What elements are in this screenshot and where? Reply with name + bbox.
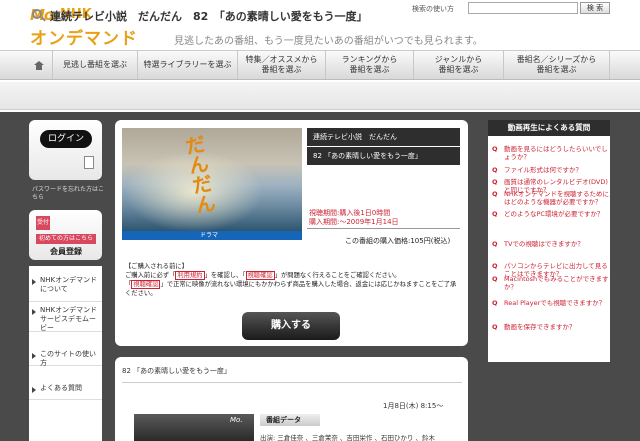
tagline: 見逃したあの番組、もう一度見たいあの番組がいつでも見られます。 <box>174 36 483 47</box>
terms-link[interactable]: 利用規約 <box>175 271 205 280</box>
faq-item-text: 動画を保存できますか？ <box>504 323 576 331</box>
price: この番組の購入価格:105円(税込) <box>345 237 451 245</box>
nav-home[interactable] <box>26 51 52 79</box>
purchase-period: 購入期間:～2009年1月14日 <box>309 218 399 226</box>
sidebar-item-howto[interactable]: このサイトの使い方 <box>29 350 102 367</box>
arrow-right-icon <box>32 309 36 315</box>
faq-q-marker: Q <box>492 323 498 331</box>
arrow-right-icon <box>32 353 36 359</box>
document-icon <box>84 156 94 169</box>
nav-item-genre[interactable]: ジャンルから 番組を選ぶ <box>413 51 503 79</box>
faq-q-marker: Q <box>492 299 498 307</box>
faq-q-marker: Q <box>492 210 498 218</box>
faq-item-text: どのようなPC環境が必要ですか？ <box>504 210 604 218</box>
faq-item-text: Real Playerでも視聴できますか？ <box>504 299 606 307</box>
reception-icon: 受付 <box>36 216 50 230</box>
episode-panel-title: 82 「あの素晴しい愛をもう一度」 <box>122 366 462 383</box>
faq-item[interactable]: Q NHKオンデマンドを視聴するためにはどのような機器が必要ですか？ <box>492 190 610 206</box>
faq-item-text: NHKオンデマンドを視聴するためにはどのような機器が必要ですか？ <box>504 190 610 206</box>
series-title: 連続テレビ小説 だんだん <box>307 128 460 146</box>
sidebar-list: NHKオンデマンドについて NHKオンデマンドサービスデモムービー このサイトの… <box>29 266 102 441</box>
env-check-link[interactable]: 視聴確認 <box>245 271 275 280</box>
faq-item[interactable]: Q どのようなPC環境が必要ですか？ <box>492 210 610 218</box>
nav-item-ranking[interactable]: ランキングから 番組を選ぶ <box>325 51 413 79</box>
env-check-link-2[interactable]: 視聴確認 <box>131 280 161 289</box>
program-data-tab[interactable]: 番組データ <box>260 414 320 426</box>
faq-q-marker: Q <box>492 262 498 270</box>
notice-line-1: ご購入前に必ず「 利用規約 」を確認し、「 視聴確認 」が問題なく行えることをご確認くだ… <box>125 271 401 280</box>
logo-ondemand[interactable]: オンデマンド <box>30 24 138 49</box>
faq-item[interactable]: Q 動画を見るにはどうしたらいいでしょうか？ <box>492 145 610 161</box>
faq-q-marker: Q <box>492 145 498 153</box>
purchase-notice: 【ご購入される前に】 ご購入前に必ず「 利用規約 」を確認し、「 視聴確認 」が問題なく… <box>125 262 460 298</box>
faq-q-marker: Q <box>492 166 498 174</box>
nav-item-library[interactable]: 特選ライブラリーを選ぶ <box>137 51 237 79</box>
notice-line-2: 「視聴確認 」で正常に映像が流れない環境にもかかわらず商品を購入した場合、返金には… <box>125 280 457 297</box>
nav-item-feature[interactable]: 特集／オススメから 番組を選ぶ <box>237 51 325 79</box>
faq-header: 動画再生によくある質問 <box>488 120 610 136</box>
password-help-link[interactable]: パスワードを忘れた方はこちら <box>32 186 104 202</box>
sidebar-item-about[interactable]: NHKオンデマンドについて <box>29 276 102 302</box>
faq-item-text: TVでの視聴はできますか？ <box>504 240 584 248</box>
price-divider <box>307 228 460 229</box>
faq-item[interactable]: Q Real Playerでも視聴できますか？ <box>492 299 610 307</box>
faq-item[interactable]: Q TVでの視聴はできますか？ <box>492 240 610 248</box>
notice-heading: 【ご購入される前に】 <box>125 263 188 270</box>
search-help-link[interactable]: 検索の使い方 <box>412 4 454 14</box>
login-box <box>29 120 102 180</box>
search-button[interactable]: 検 索 <box>580 2 610 14</box>
cast-list: 出演: 三倉佳奈 、三倉茉奈 、吉田栄作 、石田ひかり 、鈴木 <box>260 434 436 441</box>
arrow-right-icon <box>32 387 36 393</box>
episode-thumb-logo: Mo. <box>230 416 243 424</box>
buy-button[interactable]: 購入する <box>242 312 340 340</box>
faq-q-marker: Q <box>492 178 498 186</box>
sidebar-item-demo[interactable]: NHKオンデマンドサービスデモムービー <box>29 306 102 332</box>
home-icon <box>34 60 44 70</box>
episode-title: 82 「あの素晴しい愛をもう一度」 <box>307 147 460 165</box>
faq-item[interactable]: Q 動画を保存できますか？ <box>492 323 610 331</box>
faq-item[interactable]: Q ファイル形式は何ですか？ <box>492 166 610 174</box>
login-button[interactable]: ログイン <box>40 130 92 148</box>
faq-item-text: Macintoshでもみることができますか？ <box>504 275 609 291</box>
faq-item-text: ファイル形式は何ですか？ <box>504 166 582 174</box>
faq-item[interactable]: Q Macintoshでもみることができますか？ <box>492 275 610 291</box>
faq-q-marker: Q <box>492 240 498 248</box>
nav-item-missed[interactable]: 見逃し番組を選ぶ <box>52 51 137 79</box>
arrow-right-icon <box>32 279 36 285</box>
page-title: 連続テレビ小説 だんだん 82 「あの素晴しい愛をもう一度」 <box>50 10 368 23</box>
faq-q-marker: Q <box>492 190 498 198</box>
title-bar <box>0 82 640 110</box>
magnifier-icon <box>32 9 42 19</box>
episode-date: 1月8日(木) 8:15～ <box>383 402 444 410</box>
register-new-label[interactable]: 初めての方はこちら <box>36 234 96 244</box>
search-input[interactable] <box>468 2 578 14</box>
faq-q-marker: Q <box>492 275 498 283</box>
faq-item-text: 動画を見るにはどうしたらいいでしょうか？ <box>504 145 608 161</box>
sidebar-item-faq[interactable]: よくある質問 <box>29 384 102 400</box>
nav-item-series[interactable]: 番組名／シリーズから 番組を選ぶ <box>503 51 610 79</box>
main-nav: 見逃し番組を選ぶ 特選ライブラリーを選ぶ 特集／オススメから 番組を選ぶ ランキ… <box>0 50 640 80</box>
register-label[interactable]: 会員登録 <box>36 246 96 257</box>
genre-label: ドラマ <box>200 232 219 239</box>
